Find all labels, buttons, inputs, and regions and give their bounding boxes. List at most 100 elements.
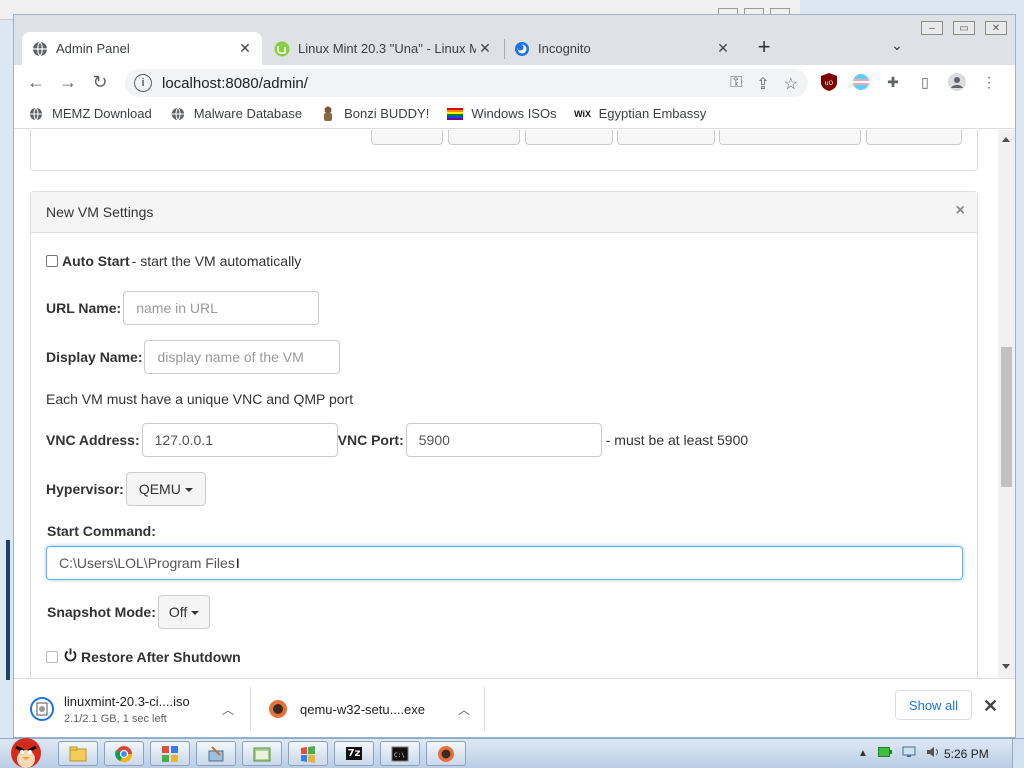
chevron-up-icon[interactable]: ︿ xyxy=(222,701,234,718)
taskbar-chrome-icon[interactable] xyxy=(104,741,144,766)
hypervisor-row: Hypervisor: QEMU xyxy=(46,472,206,506)
start-command-input[interactable]: C:\Users\LOL\Program Files I xyxy=(46,546,963,580)
page-scrollbar[interactable] xyxy=(998,130,1015,678)
site-info-icon[interactable]: i xyxy=(134,74,152,92)
close-shelf-icon[interactable]: ✕ xyxy=(983,696,998,717)
tray-expand-arrow-icon[interactable]: ▲ xyxy=(858,748,868,759)
panel-close-icon[interactable]: × xyxy=(956,202,965,220)
trans-flag-extension-icon[interactable] xyxy=(851,72,871,92)
close-tab-icon[interactable]: ✕ xyxy=(476,40,494,58)
scroll-up-arrow-icon[interactable] xyxy=(1002,137,1010,142)
taskbar-paint-icon[interactable] xyxy=(196,741,236,766)
bookmark-star-icon[interactable]: ☆ xyxy=(784,74,798,94)
taskbar-7zip-icon[interactable]: 7z xyxy=(334,741,374,766)
tab-search-chevron-icon[interactable]: ⌄ xyxy=(886,37,908,59)
toolbar-button[interactable] xyxy=(448,130,520,145)
download-status: 2.1/2.1 GB, 1 sec left xyxy=(64,712,167,725)
key-icon[interactable]: ⚿ xyxy=(730,74,742,94)
panel-title: New VM Settings xyxy=(46,204,154,220)
download-shelf: linuxmint-20.3-ci....iso 2.1/2.1 GB, 1 s… xyxy=(14,678,1015,737)
caret-down-icon xyxy=(184,487,193,492)
start-button[interactable] xyxy=(2,731,48,768)
maximize-button[interactable]: ▭ xyxy=(953,21,975,35)
url-name-row: URL Name: name in URL xyxy=(46,291,320,325)
close-window-button[interactable]: ✕ xyxy=(985,21,1007,35)
vnc-port-input[interactable]: 5900 xyxy=(405,423,602,457)
taskbar-windows-media-icon[interactable] xyxy=(288,741,328,766)
share-icon[interactable]: ⇪ xyxy=(756,74,769,94)
minimize-button[interactable]: – xyxy=(921,21,943,35)
bookmark-malware-database[interactable]: Malware Database xyxy=(170,106,302,122)
caret-down-icon xyxy=(191,610,200,615)
bookmark-bonzi-buddy[interactable]: Bonzi BUDDY! xyxy=(320,106,429,122)
tab-incognito[interactable]: Incognito ✕ xyxy=(504,32,740,65)
previous-panel xyxy=(30,130,978,171)
taskbar-qemu-icon[interactable] xyxy=(426,741,466,766)
show-all-button[interactable]: Show all xyxy=(895,690,972,720)
bookmark-windows-isos[interactable]: Windows ISOs xyxy=(447,106,557,122)
battery-icon[interactable] xyxy=(877,747,892,760)
download-item-qemu[interactable]: qemu-w32-setu....exe ︿ xyxy=(266,687,476,731)
svg-text:C:\: C:\ xyxy=(394,752,405,759)
bookmark-memz[interactable]: MEMZ Download xyxy=(28,106,152,122)
window-controls: – ▭ ✕ xyxy=(921,21,1007,35)
new-vm-settings-panel: New VM Settings × Auto Start - start the… xyxy=(30,191,978,678)
bookmark-egyptian-embassy[interactable]: WiX Egyptian Embassy xyxy=(574,106,706,122)
volume-icon[interactable] xyxy=(926,746,940,761)
extensions-puzzle-icon[interactable]: ✚ xyxy=(883,72,903,92)
display-name-input[interactable]: display name of the VM xyxy=(144,340,341,374)
desktop-edge xyxy=(6,540,10,680)
bookmarks-bar: MEMZ Download Malware Database Bonzi BUD… xyxy=(14,99,1015,129)
taskbar-control-panel-icon[interactable] xyxy=(150,741,190,766)
bookmark-label: Bonzi BUDDY! xyxy=(344,106,430,121)
hypervisor-dropdown[interactable]: QEMU xyxy=(125,472,206,506)
autostart-checkbox[interactable] xyxy=(46,255,58,267)
download-item-linuxmint[interactable]: linuxmint-20.3-ci....iso 2.1/2.1 GB, 1 s… xyxy=(30,687,240,731)
restore-checkbox[interactable] xyxy=(46,650,58,663)
bookmark-label: Windows ISOs xyxy=(471,106,557,121)
forward-arrow-icon[interactable]: → xyxy=(57,71,79,93)
side-panel-icon[interactable]: ▯ xyxy=(915,72,935,92)
linux-mint-icon xyxy=(274,41,290,57)
back-arrow-icon[interactable]: ← xyxy=(25,71,47,93)
toolbar-button[interactable] xyxy=(617,130,715,145)
toolbar-button[interactable] xyxy=(866,130,962,145)
taskbar-explorer-icon[interactable] xyxy=(242,741,282,766)
tab-admin-panel[interactable]: Admin Panel ✕ xyxy=(22,32,262,65)
panel-heading: New VM Settings × xyxy=(31,192,977,233)
address-bar[interactable]: i localhost:8080/admin/ ⚿ ⇪ ☆ xyxy=(125,69,808,97)
globe-icon xyxy=(170,106,186,122)
toolbar-button[interactable] xyxy=(371,130,443,145)
tab-linux-mint[interactable]: Linux Mint 20.3 "Una" - Linux M ✕ xyxy=(264,32,502,65)
taskbar-cmd-icon[interactable]: C:\ xyxy=(380,741,420,766)
start-command-label: Start Command: xyxy=(47,523,156,539)
vnc-port-note: - must be at least 5900 xyxy=(605,432,749,448)
autostart-row: Auto Start - start the VM automatically xyxy=(46,253,301,269)
wix-icon: WiX xyxy=(574,108,592,119)
profile-avatar-icon[interactable] xyxy=(947,72,967,92)
autostart-label: Auto Start xyxy=(62,253,130,269)
url-name-input[interactable]: name in URL xyxy=(123,291,320,325)
menu-dots-icon[interactable]: ⋮ xyxy=(979,72,999,92)
close-tab-icon[interactable]: ✕ xyxy=(236,40,254,58)
scroll-down-arrow-icon[interactable] xyxy=(1002,664,1010,669)
hypervisor-label: Hypervisor: xyxy=(46,481,124,497)
show-desktop-button[interactable] xyxy=(1012,739,1024,768)
scrollbar-thumb[interactable] xyxy=(1001,347,1012,487)
toolbar-button[interactable] xyxy=(525,130,613,145)
taskbar-clock[interactable]: 5:26 PM xyxy=(944,747,989,761)
ublock-icon[interactable]: uO xyxy=(819,72,839,92)
chevron-up-icon[interactable]: ︿ xyxy=(458,701,470,718)
new-tab-button[interactable]: + xyxy=(752,36,776,60)
taskbar: 7z C:\ ▲ 5:26 PM xyxy=(0,738,1024,768)
bonzi-icon xyxy=(320,106,336,122)
snapshot-mode-dropdown[interactable]: Off xyxy=(157,595,211,629)
restore-label: Restore After Shutdown xyxy=(81,648,241,665)
close-tab-icon[interactable]: ✕ xyxy=(714,40,732,58)
vnc-address-input[interactable]: 127.0.0.1 xyxy=(141,423,338,457)
display-name-row: Display Name: display name of the VM xyxy=(46,340,341,374)
reload-icon[interactable]: ↻ xyxy=(89,71,111,93)
toolbar-button[interactable] xyxy=(719,130,861,145)
taskbar-folder-icon[interactable] xyxy=(58,741,98,766)
network-icon[interactable] xyxy=(902,746,916,761)
